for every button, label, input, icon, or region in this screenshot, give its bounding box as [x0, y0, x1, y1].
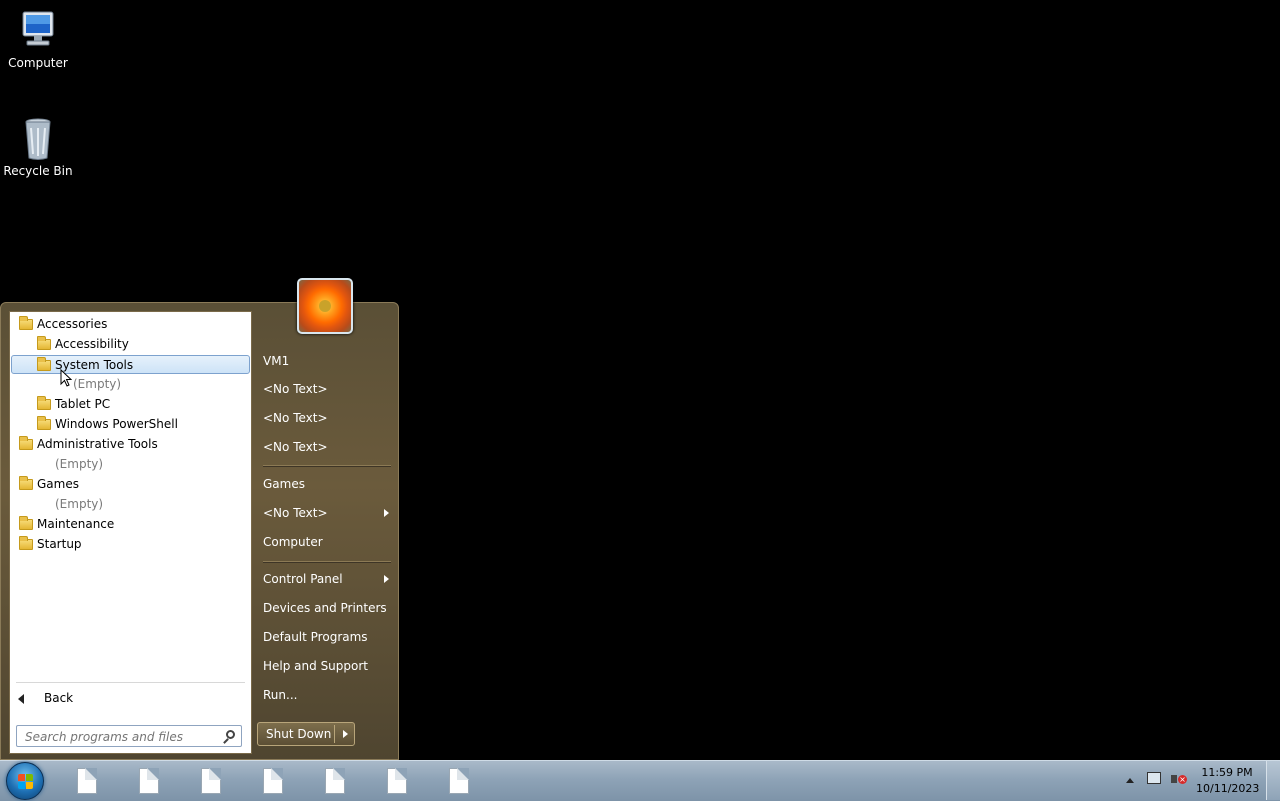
volume-muted-icon[interactable]: ×: [1171, 772, 1187, 786]
menu-separator: [263, 561, 391, 563]
right-pane-item[interactable]: Devices and Printers: [263, 598, 387, 618]
submenu-arrow-icon: [384, 575, 389, 583]
show-hidden-icons-chevron-icon[interactable]: [1126, 778, 1134, 783]
user-name-link[interactable]: VM1: [263, 351, 289, 371]
program-label: (Empty): [55, 497, 104, 511]
desktop-icon-label: Computer: [8, 56, 68, 70]
folder-icon: [37, 336, 51, 350]
back-label: Back: [44, 691, 74, 705]
taskbar-file-button[interactable]: [387, 768, 409, 794]
back-arrow-icon: [18, 693, 24, 704]
right-pane-item[interactable]: <No Text>: [263, 503, 328, 523]
folder-icon: [19, 316, 33, 330]
right-pane-item[interactable]: Computer: [263, 532, 323, 552]
taskbar-clock[interactable]: 11:59 PM 10/11/2023: [1196, 765, 1260, 797]
program-label: Tablet PC: [55, 397, 111, 411]
right-pane-item[interactable]: <No Text>: [263, 437, 328, 457]
desktop-icon-computer[interactable]: Computer: [0, 8, 76, 70]
folder-icon: [19, 476, 33, 490]
program-folder-item[interactable]: Accessories: [19, 315, 107, 334]
program-label: Startup: [37, 537, 82, 551]
all-programs-pane: Back Accessories Accessibility System Tool…: [9, 311, 252, 754]
desktop-icon-label: Recycle Bin: [3, 164, 73, 178]
folder-icon: [37, 357, 51, 371]
right-pane-item[interactable]: Run...: [263, 685, 297, 705]
mouse-cursor-icon: [60, 369, 72, 387]
folder-icon: [37, 396, 51, 410]
folder-icon: [37, 416, 51, 430]
program-label: Games: [37, 477, 79, 491]
recycle-bin-icon: [15, 116, 61, 162]
program-folder-item[interactable]: Startup: [19, 535, 82, 554]
right-pane-item[interactable]: Default Programs: [263, 627, 368, 647]
folder-icon: [19, 436, 33, 450]
windows-logo-icon: [18, 774, 34, 790]
right-pane-item[interactable]: <No Text>: [263, 379, 328, 399]
right-pane-item[interactable]: <No Text>: [263, 408, 328, 428]
folder-icon: [19, 516, 33, 530]
submenu-arrow-icon: [384, 509, 389, 517]
program-folder-item[interactable]: Maintenance: [19, 515, 114, 534]
folder-icon: [19, 536, 33, 550]
desktop-icon-recycle-bin[interactable]: Recycle Bin: [0, 116, 76, 178]
search-input[interactable]: [23, 727, 217, 747]
shutdown-options-arrow-icon[interactable]: [343, 730, 348, 738]
menu-separator: [263, 465, 391, 467]
shutdown-label: Shut Down: [266, 727, 332, 741]
program-label: (Empty): [73, 377, 122, 391]
taskbar: [0, 760, 1280, 801]
computer-icon: [15, 8, 61, 54]
shutdown-button[interactable]: Shut Down: [257, 722, 355, 746]
program-label: Accessories: [37, 317, 108, 331]
document-icon: [139, 768, 159, 794]
taskbar-file-button[interactable]: [77, 768, 99, 794]
taskbar-file-button[interactable]: [263, 768, 285, 794]
search-icon[interactable]: [226, 730, 235, 739]
program-label: Maintenance: [37, 517, 115, 531]
document-icon: [325, 768, 345, 794]
program-label: Windows PowerShell: [55, 417, 178, 431]
program-label: Administrative Tools: [37, 437, 158, 451]
right-pane-item[interactable]: Help and Support: [263, 656, 368, 676]
start-button[interactable]: [6, 762, 44, 800]
program-label: (Empty): [55, 457, 104, 471]
shutdown-divider: [334, 725, 335, 743]
user-avatar[interactable]: [297, 278, 353, 334]
program-folder-item[interactable]: Tablet PC: [37, 395, 110, 414]
document-icon: [263, 768, 283, 794]
program-folder-item[interactable]: Administrative Tools: [19, 435, 158, 454]
program-folder-item[interactable]: System Tools: [11, 355, 250, 374]
taskbar-file-button[interactable]: [139, 768, 161, 794]
program-folder-item[interactable]: Windows PowerShell: [37, 415, 178, 434]
program-label: Accessibility: [55, 337, 129, 351]
program-folder-item[interactable]: Games: [19, 475, 79, 494]
document-icon: [449, 768, 469, 794]
document-icon: [77, 768, 97, 794]
taskbar-file-button[interactable]: [449, 768, 471, 794]
right-pane-item[interactable]: Games: [263, 474, 305, 494]
taskbar-file-button[interactable]: [325, 768, 347, 794]
document-icon: [201, 768, 221, 794]
show-desktop-button[interactable]: [1266, 761, 1280, 800]
taskbar-file-button[interactable]: [201, 768, 223, 794]
clock-date: 10/11/2023: [1196, 782, 1260, 795]
clock-time: 11:59 PM: [1201, 766, 1253, 779]
program-folder-item[interactable]: Accessibility: [37, 335, 129, 354]
program-empty-placeholder: (Empty): [37, 455, 103, 474]
document-icon: [387, 768, 407, 794]
right-pane-item[interactable]: Control Panel: [263, 569, 343, 589]
back-button[interactable]: Back: [18, 688, 73, 708]
network-icon[interactable]: [1147, 772, 1161, 784]
program-empty-placeholder: (Empty): [37, 495, 103, 514]
search-box[interactable]: [16, 725, 242, 747]
back-separator: [16, 682, 245, 683]
